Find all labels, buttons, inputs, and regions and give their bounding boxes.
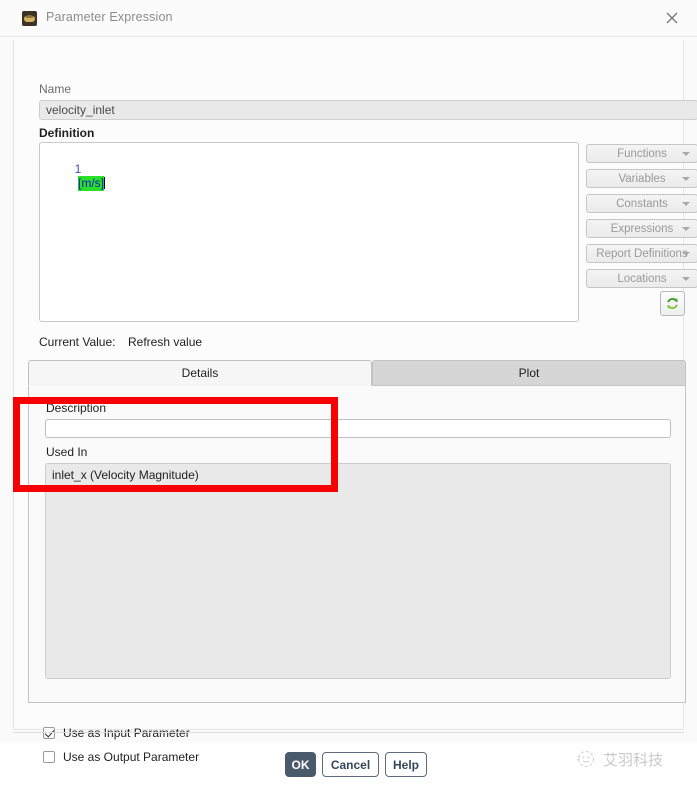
used-in-label: Used In [46,445,88,459]
dropdown-constants[interactable]: Constants [586,194,697,213]
watermark: 艾羽科技 [575,748,663,770]
definition-editor[interactable]: 1 [m/s] [39,142,579,322]
used-in-list[interactable]: inlet_x (Velocity Magnitude) [45,463,671,679]
dropdown-functions[interactable]: Functions [586,144,697,163]
chevron-down-icon [682,251,690,256]
dropdown-expressions[interactable]: Expressions [586,219,697,238]
use-as-input-parameter-checkbox[interactable] [43,727,55,739]
description-label: Description [46,401,107,415]
window-titlebar: Parameter Expression [0,0,697,37]
refresh-value-button[interactable] [660,291,685,316]
close-icon[interactable] [655,4,689,32]
dialog-panel: Name Definition 1 [m/s] Functions Variab… [13,40,697,764]
expression-helper-dropdowns: Functions Variables Constants Expression… [586,144,697,294]
dropdown-functions-label: Functions [617,147,667,160]
definition-code-line: 1 [m/s] [48,148,106,204]
use-as-input-parameter-label: Use as Input Parameter [63,726,190,740]
chevron-down-icon [682,151,690,156]
dropdown-variables-label: Variables [618,172,666,185]
use-as-output-parameter-checkbox[interactable] [43,751,55,763]
list-item[interactable]: inlet_x (Velocity Magnitude) [52,467,664,483]
line-number: 1 [74,162,82,176]
watermark-text: 艾羽科技 [603,750,664,769]
fluent-app-icon [22,11,37,26]
definition-label: Definition [39,126,95,140]
tab-details[interactable]: Details [28,360,372,386]
dropdown-report-definitions-label: Report Definitions [596,247,688,260]
tab-plot-label: Plot [518,366,540,380]
tab-plot[interactable]: Plot [372,360,686,386]
parameter-expression-dialog: Name Definition 1 [m/s] Functions Variab… [0,37,697,764]
current-value-label: Current Value: [39,335,116,349]
circle-face-logo-icon [575,748,597,770]
cancel-button[interactable]: Cancel [322,752,379,777]
use-as-input-parameter-row[interactable]: Use as Input Parameter [43,726,190,740]
help-button[interactable]: Help [385,752,427,777]
chevron-down-icon [682,201,690,206]
tab-details-label: Details [181,366,219,380]
dropdown-report-definitions[interactable]: Report Definitions [586,244,697,263]
chevron-down-icon [682,176,690,181]
use-as-output-parameter-label: Use as Output Parameter [63,750,200,764]
dropdown-locations[interactable]: Locations [586,269,697,288]
details-plot-tabs: Details Plot [28,360,686,386]
dropdown-locations-label: Locations [617,272,667,285]
footer-divider [13,732,684,733]
name-input[interactable] [39,100,697,120]
window-title: Parameter Expression [46,10,173,24]
chevron-down-icon [682,226,690,231]
dropdown-expressions-label: Expressions [610,222,674,235]
chevron-down-icon [682,276,690,281]
refresh-value-text: Refresh value [128,335,203,349]
description-input[interactable] [45,419,671,438]
definition-token: [m/s] [78,176,105,191]
name-label: Name [39,82,72,96]
use-as-output-parameter-row[interactable]: Use as Output Parameter [43,750,199,764]
details-tab-panel: Description Used In inlet_x (Velocity Ma… [28,385,686,703]
dropdown-variables[interactable]: Variables [586,169,697,188]
ok-button[interactable]: OK [285,752,316,777]
dropdown-constants-label: Constants [616,197,668,210]
text-caret [104,177,106,189]
refresh-icon [667,298,678,309]
